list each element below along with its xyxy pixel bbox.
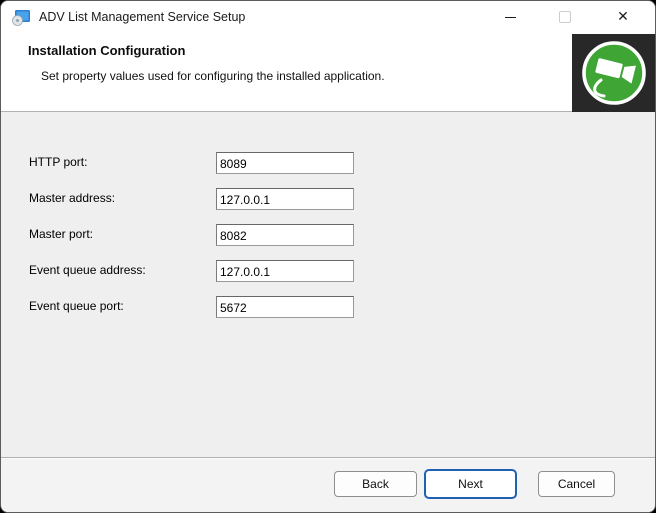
dialog-header: Installation Configuration Set property … (1, 34, 655, 112)
event-queue-address-label: Event queue address: (29, 263, 146, 277)
close-button[interactable]: ✕ (601, 1, 645, 33)
page-title: Installation Configuration (28, 43, 185, 58)
window-title: ADV List Management Service Setup (39, 1, 245, 34)
title-bar[interactable]: ADV List Management Service Setup ✕ (1, 1, 655, 34)
page-subtitle: Set property values used for configuring… (41, 69, 385, 83)
maximize-icon (559, 11, 571, 23)
master-port-label: Master port: (29, 227, 93, 241)
brand-logo (572, 34, 655, 112)
event-queue-address-input[interactable] (216, 260, 354, 282)
minimize-button[interactable] (488, 1, 532, 33)
cctv-camera-icon (580, 39, 648, 107)
event-queue-port-input[interactable] (216, 296, 354, 318)
http-port-input[interactable] (216, 152, 354, 174)
form-row-http-port: HTTP port: (1, 152, 655, 174)
msi-installer-icon (12, 9, 31, 26)
event-queue-port-label: Event queue port: (29, 299, 124, 313)
close-icon: ✕ (617, 10, 629, 24)
dialog-footer: Back Next Cancel (1, 457, 655, 513)
maximize-button (543, 1, 587, 33)
form-row-event-queue-port: Event queue port: (1, 296, 655, 318)
form-row-event-queue-address: Event queue address: (1, 260, 655, 282)
master-address-label: Master address: (29, 191, 115, 205)
form-row-master-address: Master address: (1, 188, 655, 210)
installer-window: ADV List Management Service Setup ✕ Inst… (0, 0, 656, 513)
next-button[interactable]: Next (424, 469, 517, 499)
form-row-master-port: Master port: (1, 224, 655, 246)
master-address-input[interactable] (216, 188, 354, 210)
http-port-label: HTTP port: (29, 155, 87, 169)
cancel-button[interactable]: Cancel (538, 471, 615, 497)
minimize-icon (505, 17, 516, 18)
back-button[interactable]: Back (334, 471, 417, 497)
master-port-input[interactable] (216, 224, 354, 246)
